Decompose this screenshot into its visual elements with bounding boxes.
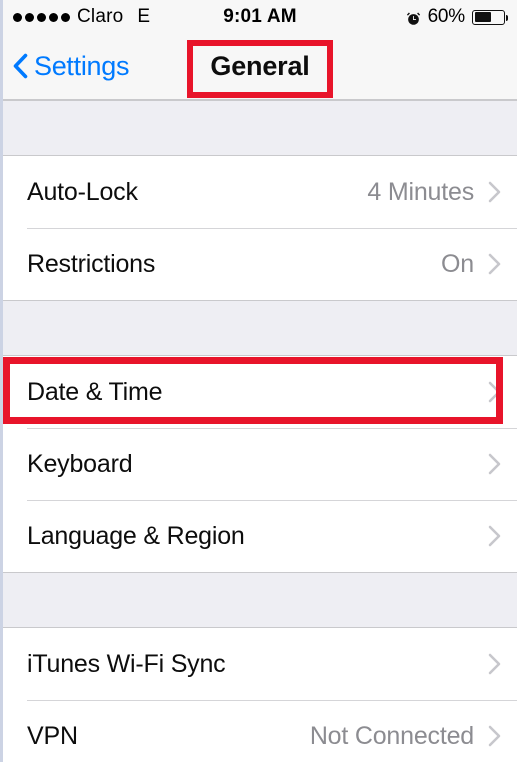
clock-label: 9:01 AM bbox=[223, 6, 297, 27]
row-accessory bbox=[474, 653, 501, 675]
row-label: VPN bbox=[27, 721, 78, 750]
row-label: Auto-Lock bbox=[27, 177, 138, 206]
iphone-settings-screen: Claro E 9:01 AM 60% Settings General Aut… bbox=[0, 0, 517, 762]
row-label: iTunes Wi-Fi Sync bbox=[27, 649, 226, 678]
chevron-right-icon bbox=[488, 725, 501, 747]
row-itunes-wifi-sync[interactable]: iTunes Wi-Fi Sync bbox=[3, 628, 517, 700]
page-title: General bbox=[210, 50, 310, 81]
navigation-bar: Settings General bbox=[3, 34, 517, 100]
row-accessory bbox=[474, 381, 501, 403]
row-label: Keyboard bbox=[27, 449, 133, 478]
row-date-and-time[interactable]: Date & Time bbox=[3, 356, 517, 428]
row-restrictions[interactable]: Restrictions On bbox=[3, 228, 517, 300]
row-auto-lock[interactable]: Auto-Lock 4 Minutes bbox=[3, 156, 517, 228]
row-value: Not Connected bbox=[309, 721, 474, 750]
row-language-and-region[interactable]: Language & Region bbox=[3, 500, 517, 572]
row-value: On bbox=[441, 249, 474, 278]
row-accessory: Not Connected bbox=[310, 722, 501, 751]
row-accessory: On bbox=[441, 250, 501, 279]
group-separator-middle bbox=[3, 300, 517, 356]
chevron-right-icon bbox=[488, 525, 501, 547]
row-accessory bbox=[474, 453, 501, 475]
settings-group-3: iTunes Wi-Fi Sync VPN Not Connected bbox=[3, 628, 517, 762]
status-bar: Claro E 9:01 AM 60% bbox=[3, 0, 517, 34]
row-accessory: 4 Minutes bbox=[367, 178, 501, 207]
chevron-right-icon bbox=[488, 381, 501, 403]
chevron-right-icon bbox=[488, 453, 501, 475]
network-type-label: E bbox=[137, 6, 151, 27]
chevron-right-icon bbox=[488, 253, 501, 275]
battery-icon bbox=[472, 9, 508, 25]
row-keyboard[interactable]: Keyboard bbox=[3, 428, 517, 500]
navigation-title-wrap: General bbox=[3, 34, 517, 98]
chevron-right-icon bbox=[488, 653, 501, 675]
row-label: Date & Time bbox=[27, 377, 163, 406]
signal-strength-icon bbox=[13, 12, 70, 22]
alarm-clock-icon bbox=[406, 10, 421, 25]
row-label: Restrictions bbox=[27, 249, 156, 278]
row-value: 4 Minutes bbox=[367, 177, 474, 206]
status-bar-right: 60% bbox=[406, 6, 508, 28]
row-accessory bbox=[474, 525, 501, 547]
settings-list: Auto-Lock 4 Minutes Restrictions On Date… bbox=[3, 100, 517, 762]
carrier-label: Claro bbox=[77, 6, 124, 27]
status-bar-left: Claro E bbox=[13, 6, 150, 28]
chevron-right-icon bbox=[488, 181, 501, 203]
group-separator-top bbox=[3, 100, 517, 156]
battery-percent-label: 60% bbox=[427, 6, 466, 27]
settings-group-1: Auto-Lock 4 Minutes Restrictions On bbox=[3, 156, 517, 300]
group-separator-bottom bbox=[3, 572, 517, 628]
row-label: Language & Region bbox=[27, 521, 245, 550]
row-vpn[interactable]: VPN Not Connected bbox=[3, 700, 517, 762]
settings-group-2: Date & Time Keyboard Language & Region bbox=[3, 356, 517, 572]
